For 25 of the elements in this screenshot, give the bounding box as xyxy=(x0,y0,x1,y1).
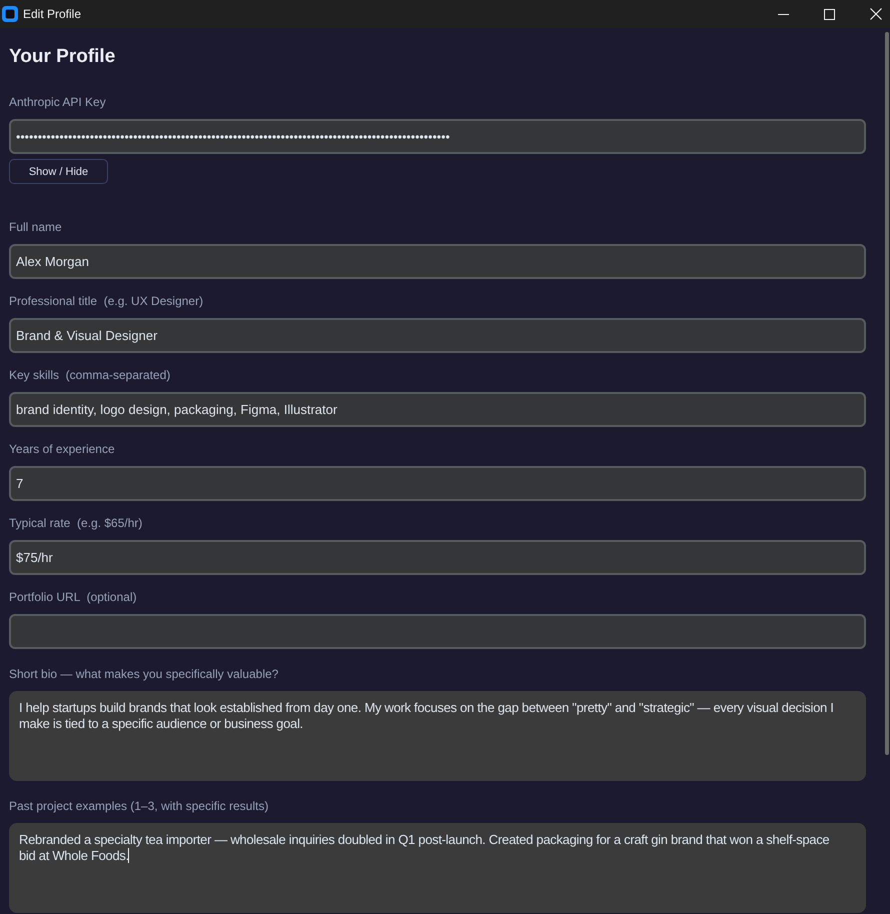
text-field[interactable]: $75/hr xyxy=(9,540,866,575)
field-label: Key skills (comma-separated) xyxy=(9,367,170,384)
text-field[interactable]: brand identity, logo design, packaging, Figma, Illustrator xyxy=(9,392,866,427)
close-icon xyxy=(870,8,882,20)
field-label: Short bio — what makes you specifically valuable? xyxy=(9,666,278,683)
app-icon xyxy=(2,6,18,22)
text-field[interactable] xyxy=(9,614,866,649)
field-label: Typical rate (e.g. $65/hr) xyxy=(9,515,142,532)
text-field[interactable]: Alex Morgan xyxy=(9,244,866,279)
api-key-field[interactable]: •••••••••••••••••••••••••••••••••••••••••••••••••••••••••••••••••••••••••••••••••••••••••••••••••••• xyxy=(9,119,866,154)
text-field[interactable]: Brand & Visual Designer xyxy=(9,318,866,353)
field-label: Full name xyxy=(9,219,62,236)
field-label: Anthropic API Key xyxy=(9,94,106,111)
textarea-field[interactable]: I help startups build brands that look established from day one. My work focuses on the gap between "pretty" and "strategic" — every visual decision I make is tied to a specific audience or business goal. xyxy=(9,691,866,781)
field-label: Years of experience xyxy=(9,441,115,458)
textarea-field[interactable]: Rebranded a specialty tea importer — wholesale inquiries doubled in Q1 post-launch. Created packaging for a craft gin brand that won a shelf-space bid at Whole Foods. xyxy=(9,823,866,913)
text-field[interactable]: 7 xyxy=(9,466,866,501)
window-title: Edit Profile xyxy=(23,7,82,21)
page-heading: Your Profile xyxy=(9,45,116,69)
show-hide-button[interactable]: Show / Hide xyxy=(9,159,108,184)
field-label: Professional title (e.g. UX Designer) xyxy=(9,293,204,310)
field-label: Portfolio URL (optional) xyxy=(9,589,137,606)
scrollbar-thumb[interactable] xyxy=(885,32,889,755)
maximize-icon xyxy=(824,8,834,20)
field-label: Past project examples (1–3, with specific results) xyxy=(9,798,268,815)
